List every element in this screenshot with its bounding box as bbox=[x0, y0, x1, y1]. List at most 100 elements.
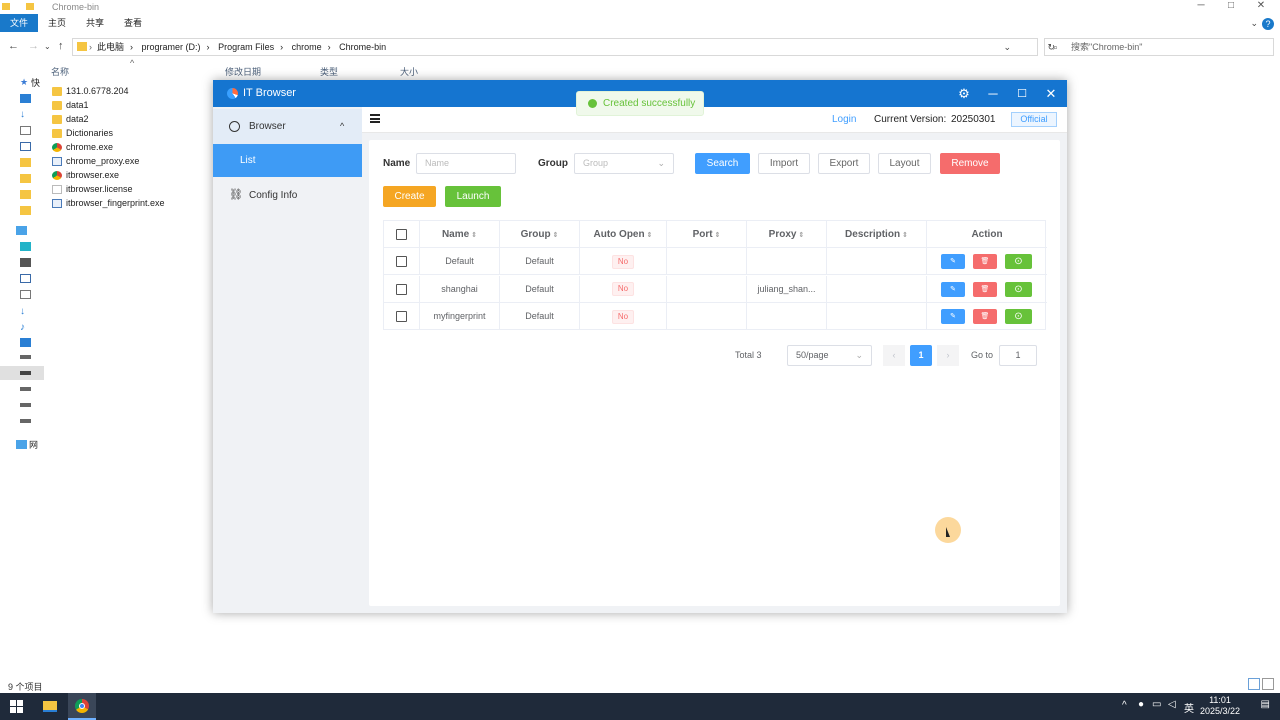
edit-button[interactable]: ✎ bbox=[941, 309, 965, 324]
drive-icon[interactable] bbox=[20, 387, 31, 391]
file-row[interactable]: itbrowser.license bbox=[52, 182, 222, 196]
page-size-select[interactable]: 50/page ⌄ bbox=[787, 345, 872, 366]
picture-icon[interactable] bbox=[20, 274, 31, 283]
import-button[interactable]: Import bbox=[758, 153, 810, 174]
edit-button[interactable]: ✎ bbox=[941, 281, 965, 297]
recent-chevron-icon[interactable]: ⌄ bbox=[44, 42, 51, 51]
file-row[interactable]: data2 bbox=[52, 112, 222, 126]
row-checkbox[interactable] bbox=[396, 311, 407, 322]
drive-icon[interactable] bbox=[20, 355, 31, 359]
details-view-icon[interactable] bbox=[1248, 678, 1260, 690]
folder-icon[interactable] bbox=[20, 174, 31, 183]
nav-network[interactable]: 网 bbox=[29, 438, 38, 451]
edit-button[interactable]: ✎ bbox=[941, 254, 965, 269]
up-arrow-icon[interactable]: ↑ bbox=[58, 40, 64, 52]
open-button[interactable]: ⊙ bbox=[1005, 309, 1032, 324]
drive-icon[interactable] bbox=[20, 403, 31, 407]
address-dropdown-icon[interactable]: ⌄ bbox=[1003, 39, 1011, 55]
breadcrumb-drive[interactable]: programer (D:) bbox=[142, 42, 201, 52]
header-port[interactable]: Port ⇕ bbox=[667, 221, 747, 248]
back-arrow-icon[interactable]: ← bbox=[8, 40, 19, 52]
breadcrumb-chrome-bin[interactable]: Chrome-bin bbox=[339, 42, 386, 52]
notification-icon[interactable]: ▤ bbox=[1261, 699, 1270, 710]
search-input[interactable]: ⌕ 搜索"Chrome-bin" bbox=[1044, 38, 1274, 56]
maximize-icon[interactable]: □ bbox=[1218, 0, 1244, 11]
forward-arrow-icon[interactable]: → bbox=[28, 40, 39, 52]
file-row[interactable]: itbrowser_fingerprint.exe bbox=[52, 196, 222, 210]
desktop-icon[interactable] bbox=[20, 338, 31, 347]
microphone-icon[interactable]: ● bbox=[1138, 699, 1144, 710]
goto-page-input[interactable]: 1 bbox=[999, 345, 1037, 366]
file-row[interactable]: chrome.exe bbox=[52, 140, 222, 154]
official-button[interactable]: Official bbox=[1011, 112, 1057, 127]
file-row[interactable]: chrome_proxy.exe bbox=[52, 154, 222, 168]
close-icon[interactable]: ✕ bbox=[1248, 0, 1274, 11]
delete-button[interactable]: 🗑 bbox=[973, 309, 997, 324]
ime-indicator[interactable]: 英 bbox=[1184, 700, 1194, 715]
sidebar-item-list[interactable]: List bbox=[213, 144, 362, 177]
breadcrumb-program-files[interactable]: Program Files bbox=[218, 42, 274, 52]
file-row[interactable]: Dictionaries bbox=[52, 126, 222, 140]
star-icon[interactable]: ★ bbox=[20, 77, 31, 87]
export-button[interactable]: Export bbox=[818, 153, 870, 174]
name-filter-input[interactable]: Name bbox=[416, 153, 516, 174]
tray-chevron-up-icon[interactable]: ^ bbox=[1122, 700, 1127, 711]
folder-icon[interactable] bbox=[20, 190, 31, 199]
network-tray-icon[interactable]: ▭ bbox=[1152, 699, 1161, 710]
column-type[interactable]: 类型 bbox=[320, 65, 338, 78]
ribbon-tab-home[interactable]: 主页 bbox=[38, 14, 76, 32]
create-button[interactable]: Create bbox=[383, 186, 436, 207]
drive-icon[interactable] bbox=[20, 371, 31, 375]
volume-icon[interactable]: ◁ bbox=[1168, 699, 1176, 710]
delete-button[interactable]: 🗑 bbox=[973, 281, 997, 297]
open-button[interactable]: ⊙ bbox=[1005, 254, 1032, 269]
sidebar-item-config-info[interactable]: ⛓ Config Info bbox=[213, 178, 362, 214]
row-checkbox[interactable] bbox=[396, 256, 407, 267]
chevron-down-icon[interactable]: ⌄ bbox=[1250, 18, 1258, 29]
large-icons-view-icon[interactable] bbox=[1262, 678, 1274, 690]
table-row[interactable]: myfingerprint Default No ✎ 🗑 ⊙ bbox=[384, 303, 1047, 330]
open-button[interactable]: ⊙ bbox=[1005, 281, 1032, 297]
login-link[interactable]: Login bbox=[832, 114, 856, 125]
row-checkbox[interactable] bbox=[396, 283, 407, 295]
column-name[interactable]: 名称 bbox=[51, 65, 69, 78]
select-all-checkbox[interactable] bbox=[396, 229, 407, 240]
minimize-icon[interactable]: ─ bbox=[984, 85, 1002, 103]
help-icon[interactable]: ? bbox=[1262, 18, 1274, 30]
sidebar-item-browser[interactable]: Browser ^ bbox=[213, 109, 362, 145]
desktop-icon[interactable] bbox=[20, 94, 31, 103]
this-pc-icon[interactable] bbox=[16, 226, 27, 235]
minimize-icon[interactable]: ─ bbox=[1188, 0, 1214, 11]
3d-objects-icon[interactable] bbox=[20, 242, 31, 251]
picture-icon[interactable] bbox=[20, 142, 31, 151]
table-row[interactable]: shanghai Default No juliang_shan... ✎ 🗑 ⊙ bbox=[384, 275, 1047, 303]
column-date[interactable]: 修改日期 bbox=[225, 65, 261, 78]
taskbar-file-explorer-icon[interactable] bbox=[36, 693, 64, 720]
folder-icon[interactable] bbox=[20, 206, 31, 215]
network-icon[interactable] bbox=[16, 440, 27, 449]
windows-start-icon[interactable] bbox=[10, 700, 23, 713]
file-row[interactable]: data1 bbox=[52, 98, 222, 112]
ribbon-tab-file[interactable]: 文件 bbox=[0, 14, 39, 32]
header-name[interactable]: Name ⇕ bbox=[420, 221, 500, 248]
nav-quick-access[interactable]: 快 bbox=[31, 76, 40, 89]
breadcrumb-chrome[interactable]: chrome bbox=[292, 42, 322, 52]
header-auto-open[interactable]: Auto Open ⇕ bbox=[580, 221, 667, 248]
header-proxy[interactable]: Proxy ⇕ bbox=[747, 221, 827, 248]
launch-button[interactable]: Launch bbox=[445, 186, 501, 207]
document-icon[interactable] bbox=[20, 290, 31, 299]
layout-button[interactable]: Layout bbox=[878, 153, 931, 174]
remove-button[interactable]: Remove bbox=[940, 153, 1000, 174]
taskbar-clock[interactable]: 11:01 2025/3/22 bbox=[1198, 695, 1242, 717]
table-row[interactable]: Default Default No ✎ 🗑 ⊙ bbox=[384, 248, 1047, 275]
header-group[interactable]: Group ⇕ bbox=[500, 221, 580, 248]
next-page-icon[interactable]: › bbox=[937, 345, 959, 366]
video-icon[interactable] bbox=[20, 258, 31, 267]
download-icon[interactable]: ↓ bbox=[20, 306, 31, 317]
file-row[interactable]: itbrowser.exe bbox=[52, 168, 222, 182]
music-icon[interactable]: ♪ bbox=[20, 322, 31, 333]
folder-icon[interactable] bbox=[20, 158, 31, 167]
group-select[interactable]: Group ⌄ bbox=[574, 153, 674, 174]
taskbar-chrome-icon[interactable] bbox=[68, 693, 96, 720]
ribbon-tab-view[interactable]: 查看 bbox=[114, 14, 152, 32]
